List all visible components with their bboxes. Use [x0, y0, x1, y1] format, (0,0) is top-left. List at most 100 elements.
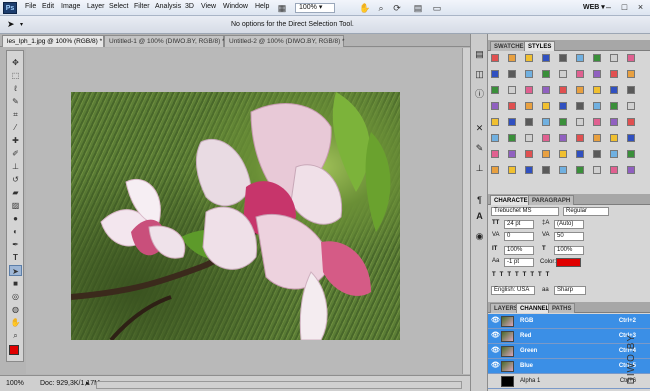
style-swatch[interactable] — [593, 70, 601, 78]
style-swatch[interactable] — [525, 102, 533, 110]
tab-styles[interactable]: STYLES — [524, 41, 556, 51]
style-swatch[interactable] — [508, 118, 516, 126]
style-swatch[interactable] — [559, 150, 567, 158]
bridge-icon[interactable]: ▦ — [275, 2, 289, 14]
pen-tool-icon[interactable]: ✒ — [9, 239, 22, 250]
healing-brush-tool-icon[interactable]: ✚ — [9, 135, 22, 146]
channel-row[interactable]: 👁 RGB Ctrl+2 — [488, 314, 650, 329]
tools-presets-icon[interactable]: ✕ — [473, 122, 486, 135]
foreground-color-swatch[interactable] — [9, 345, 19, 355]
zoom-select[interactable]: 100% ▾ — [295, 3, 335, 13]
text-style-buttons[interactable]: TTTTTTTT — [492, 272, 553, 278]
antialias-select[interactable]: Sharp — [554, 286, 586, 295]
style-swatch[interactable] — [576, 102, 584, 110]
text-color-swatch[interactable] — [556, 258, 581, 267]
menu-view[interactable]: View — [201, 3, 216, 10]
visibility-eye-icon[interactable]: 👁 — [491, 332, 500, 339]
tab-paragraph[interactable]: PARAGRAPH — [528, 195, 575, 205]
style-swatch[interactable] — [525, 86, 533, 94]
visibility-eye-icon[interactable]: 👁 — [491, 317, 500, 324]
style-swatch[interactable] — [491, 86, 499, 94]
style-swatch[interactable] — [491, 150, 499, 158]
tab-untitled-2[interactable]: Untitled-2 @ 100% (DIWO.BY, RGB/8) * — [224, 35, 345, 47]
screen-mode-icon[interactable]: ▭ — [430, 2, 444, 14]
style-swatch[interactable] — [508, 70, 516, 78]
status-zoom[interactable]: 100% — [6, 380, 24, 387]
style-swatch[interactable] — [559, 70, 567, 78]
horizontal-scale-field[interactable]: 100% — [554, 246, 584, 255]
style-swatch[interactable] — [627, 70, 635, 78]
menu-analysis[interactable]: Analysis — [155, 3, 181, 10]
style-swatch[interactable] — [627, 166, 635, 174]
menu-file[interactable]: File — [25, 3, 36, 10]
style-swatch[interactable] — [559, 54, 567, 62]
style-swatch[interactable] — [559, 134, 567, 142]
style-swatch[interactable] — [508, 86, 516, 94]
character-panel-icon[interactable]: A — [473, 210, 486, 223]
style-swatch[interactable] — [491, 54, 499, 62]
style-swatch[interactable] — [593, 150, 601, 158]
visibility-eye-icon[interactable]: 👁 — [491, 362, 500, 369]
horizontal-scrollbar[interactable] — [96, 381, 462, 389]
style-swatch[interactable] — [542, 150, 550, 158]
style-swatch[interactable] — [491, 134, 499, 142]
crop-tool-icon[interactable]: ⌗ — [9, 109, 22, 120]
style-swatch[interactable] — [525, 150, 533, 158]
style-swatch[interactable] — [525, 54, 533, 62]
style-swatch[interactable] — [593, 102, 601, 110]
style-swatch[interactable] — [610, 166, 618, 174]
vertical-scale-field[interactable]: 100% — [504, 246, 534, 255]
menu-3d[interactable]: 3D — [185, 3, 194, 10]
style-swatch[interactable] — [542, 102, 550, 110]
style-swatch[interactable] — [593, 118, 601, 126]
info-panel-icon[interactable]: ⓘ — [473, 88, 486, 101]
3d-rotate-tool-icon[interactable]: ◎ — [9, 291, 22, 302]
style-swatch[interactable] — [542, 70, 550, 78]
style-swatch[interactable] — [610, 86, 618, 94]
brushes-panel-icon[interactable]: ✎ — [473, 142, 486, 155]
type-tool-icon[interactable]: T — [9, 252, 22, 263]
font-family-select[interactable]: Trebuchet MS — [491, 207, 559, 216]
style-swatch[interactable] — [525, 166, 533, 174]
style-swatch[interactable] — [525, 70, 533, 78]
style-swatch[interactable] — [525, 118, 533, 126]
status-menu-arrow-icon[interactable]: ▸ — [86, 379, 90, 387]
marquee-tool-icon[interactable]: ⬚ — [9, 70, 22, 81]
dodge-tool-icon[interactable]: ◐ — [9, 226, 22, 237]
menu-edit[interactable]: Edit — [42, 3, 54, 10]
style-swatch[interactable] — [627, 102, 635, 110]
style-swatch[interactable] — [576, 134, 584, 142]
style-swatch[interactable] — [491, 70, 499, 78]
style-swatch[interactable] — [576, 118, 584, 126]
visibility-eye-icon[interactable] — [491, 378, 497, 384]
style-swatch[interactable] — [559, 102, 567, 110]
style-swatch[interactable] — [559, 86, 567, 94]
style-swatch[interactable] — [576, 166, 584, 174]
style-swatch[interactable] — [491, 102, 499, 110]
font-size-field[interactable]: 24 pt — [504, 220, 534, 229]
style-swatch[interactable] — [593, 134, 601, 142]
menu-help[interactable]: Help — [255, 3, 269, 10]
gradient-tool-icon[interactable]: ▨ — [9, 200, 22, 211]
tool-preset-dropdown-icon[interactable]: ▾ — [20, 21, 23, 28]
style-swatch[interactable] — [593, 86, 601, 94]
menu-filter[interactable]: Filter — [134, 3, 150, 10]
style-swatch[interactable] — [627, 150, 635, 158]
hand-tool-icon[interactable]: ✋ — [358, 2, 372, 14]
style-swatch[interactable] — [542, 134, 550, 142]
style-swatch[interactable] — [508, 134, 516, 142]
menu-layer[interactable]: Layer — [87, 3, 105, 10]
close-button[interactable]: × — [633, 1, 648, 14]
tab-les-lph-1[interactable]: les_lph_1.jpg @ 100% (RGB/8) * — [2, 35, 104, 47]
style-swatch[interactable] — [627, 86, 635, 94]
kerning-field[interactable]: 0 — [504, 232, 534, 241]
baseline-shift-field[interactable]: -1 pt — [504, 258, 534, 267]
style-swatch[interactable] — [627, 134, 635, 142]
direct-selection-icon[interactable]: ➤ — [7, 19, 15, 30]
menu-window[interactable]: Window — [223, 3, 248, 10]
zoom-tool-icon-2[interactable]: ⌕ — [9, 330, 22, 341]
leading-field[interactable]: (Auto) — [554, 220, 584, 229]
shape-tool-icon[interactable]: ■ — [9, 278, 22, 289]
blur-tool-icon[interactable]: ● — [9, 213, 22, 224]
tab-paths[interactable]: PATHS — [548, 303, 576, 313]
